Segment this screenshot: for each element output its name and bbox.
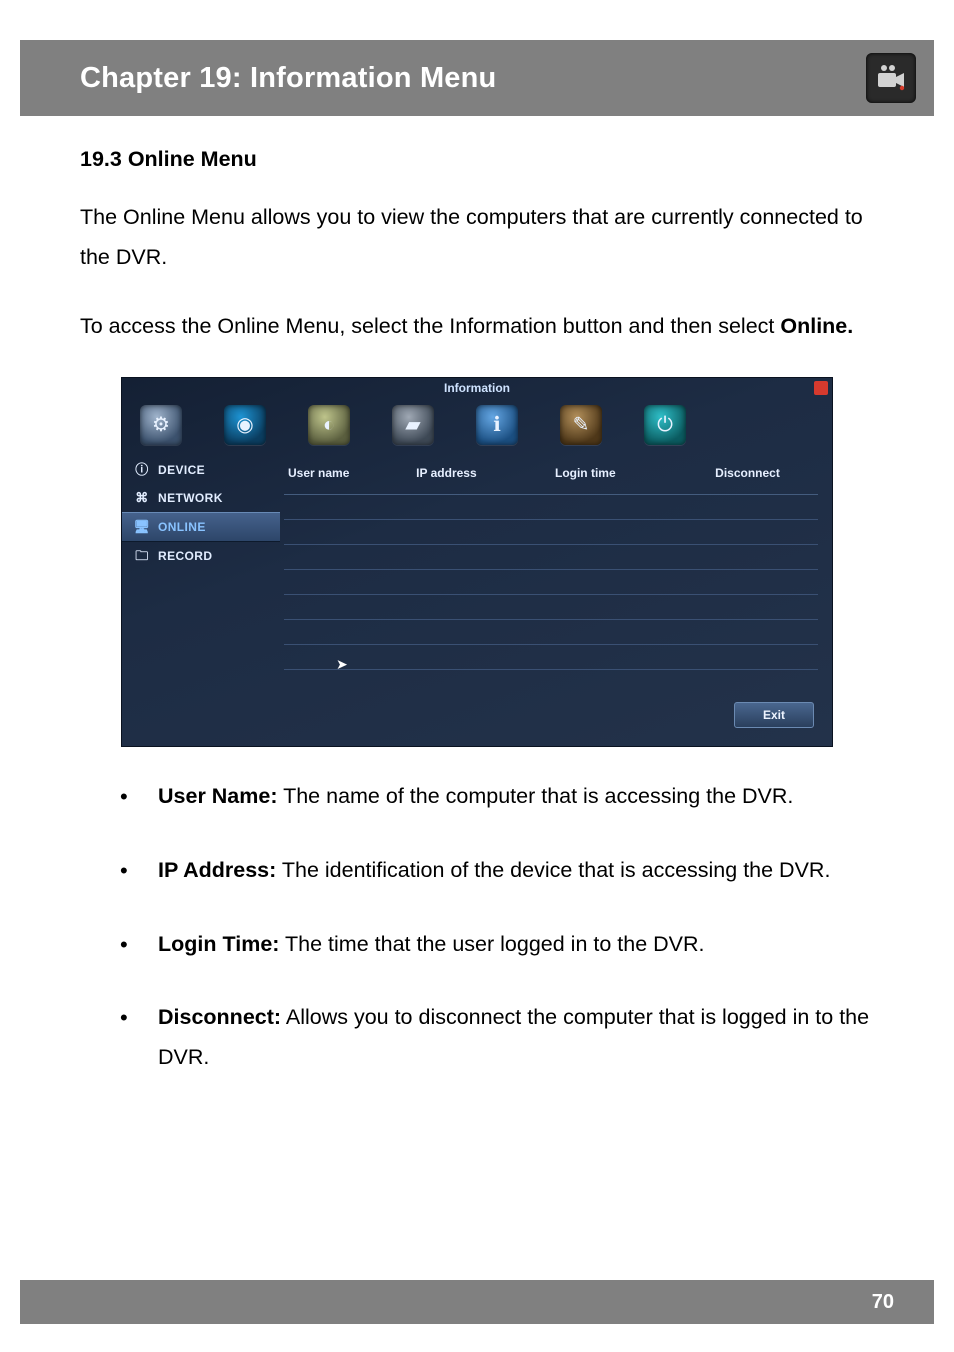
table-row[interactable] bbox=[284, 620, 818, 645]
list-item: User Name: The name of the computer that… bbox=[80, 777, 874, 817]
sidebar-item-label: RECORD bbox=[158, 545, 212, 567]
sidebar-item-record[interactable]: 🗀 RECORD bbox=[122, 542, 280, 570]
table-row[interactable] bbox=[284, 545, 818, 570]
list-item: IP Address: The identification of the de… bbox=[80, 851, 874, 891]
info-sidebar: ⓘ DEVICE ⌘ NETWORK 🖥 ONLINE 🗀 RECORD bbox=[122, 452, 280, 742]
monitor-online-icon: 🖥 bbox=[134, 519, 150, 535]
ptz-pan-icon[interactable]: ◐ bbox=[308, 405, 350, 445]
list-item: Login Time: The time that the user logge… bbox=[80, 925, 874, 965]
bullet-title: IP Address: bbox=[158, 858, 276, 882]
section-heading: 19.3 Online Menu bbox=[80, 140, 874, 180]
col-login-time: Login time bbox=[551, 456, 711, 495]
table-row[interactable] bbox=[284, 520, 818, 545]
exit-button[interactable]: Exit bbox=[734, 702, 814, 728]
online-users-table: User name IP address Login time Disconne… bbox=[284, 456, 818, 670]
intro-paragraph: The Online Menu allows you to view the c… bbox=[80, 198, 874, 278]
bullet-title: User Name: bbox=[158, 784, 278, 808]
settings-gear-icon[interactable]: ⚙ bbox=[140, 405, 182, 445]
info-badge-icon: ⓘ bbox=[134, 462, 150, 478]
camera-eye-icon[interactable]: ◉ bbox=[224, 405, 266, 445]
access-pre-text: To access the Online Menu, select the In… bbox=[80, 314, 780, 338]
chapter-title: Chapter 19: Information Menu bbox=[80, 62, 496, 95]
list-item: Disconnect: Allows you to disconnect the… bbox=[80, 998, 874, 1078]
access-bold-text: Online. bbox=[780, 314, 853, 338]
sidebar-item-label: ONLINE bbox=[158, 516, 206, 538]
window-title: Information bbox=[444, 377, 510, 399]
chapter-header-bar: Chapter 19: Information Menu bbox=[20, 40, 934, 116]
information-icon[interactable]: ℹ bbox=[476, 405, 518, 445]
sidebar-item-device[interactable]: ⓘ DEVICE bbox=[122, 456, 280, 484]
bullet-text: The name of the computer that is accessi… bbox=[278, 784, 794, 808]
online-table-area: User name IP address Login time Disconne… bbox=[280, 452, 832, 742]
sidebar-item-online[interactable]: 🖥 ONLINE bbox=[122, 512, 280, 542]
sidebar-item-label: DEVICE bbox=[158, 459, 205, 481]
page-number: 70 bbox=[872, 1291, 894, 1314]
cursor-icon: ➤ bbox=[336, 652, 348, 678]
storage-disk-icon[interactable]: ▰ bbox=[392, 405, 434, 445]
field-descriptions-list: User Name: The name of the computer that… bbox=[80, 777, 874, 1078]
access-paragraph: To access the Online Menu, select the In… bbox=[80, 307, 874, 347]
bullet-text: The identification of the device that is… bbox=[276, 858, 830, 882]
bullet-title: Login Time: bbox=[158, 932, 279, 956]
window-titlebar: Information bbox=[122, 378, 832, 398]
table-row[interactable] bbox=[284, 495, 818, 520]
page-footer-bar: 70 bbox=[20, 1280, 934, 1324]
power-icon[interactable]: ⏻ bbox=[644, 405, 686, 445]
close-icon[interactable] bbox=[814, 381, 828, 395]
information-window-screenshot: Information ⚙ ◉ ◐ ▰ ℹ ✎ ⏻ ⓘ DEVICE bbox=[121, 377, 833, 747]
table-row[interactable] bbox=[284, 595, 818, 620]
bullet-text: The time that the user logged in to the … bbox=[279, 932, 704, 956]
table-row[interactable] bbox=[284, 570, 818, 595]
record-folder-icon: 🗀 bbox=[134, 548, 150, 564]
col-user-name: User name bbox=[284, 456, 412, 495]
network-nodes-icon: ⌘ bbox=[134, 490, 150, 506]
maintenance-brush-icon[interactable]: ✎ bbox=[560, 405, 602, 445]
main-toolbar: ⚙ ◉ ◐ ▰ ℹ ✎ ⏻ bbox=[122, 398, 832, 452]
table-row[interactable] bbox=[284, 645, 818, 670]
bullet-title: Disconnect: bbox=[158, 1005, 281, 1029]
sidebar-item-network[interactable]: ⌘ NETWORK bbox=[122, 484, 280, 512]
col-disconnect: Disconnect bbox=[711, 456, 818, 495]
col-ip-address: IP address bbox=[412, 456, 551, 495]
sidebar-item-label: NETWORK bbox=[158, 487, 223, 509]
camera-record-icon bbox=[866, 53, 916, 103]
